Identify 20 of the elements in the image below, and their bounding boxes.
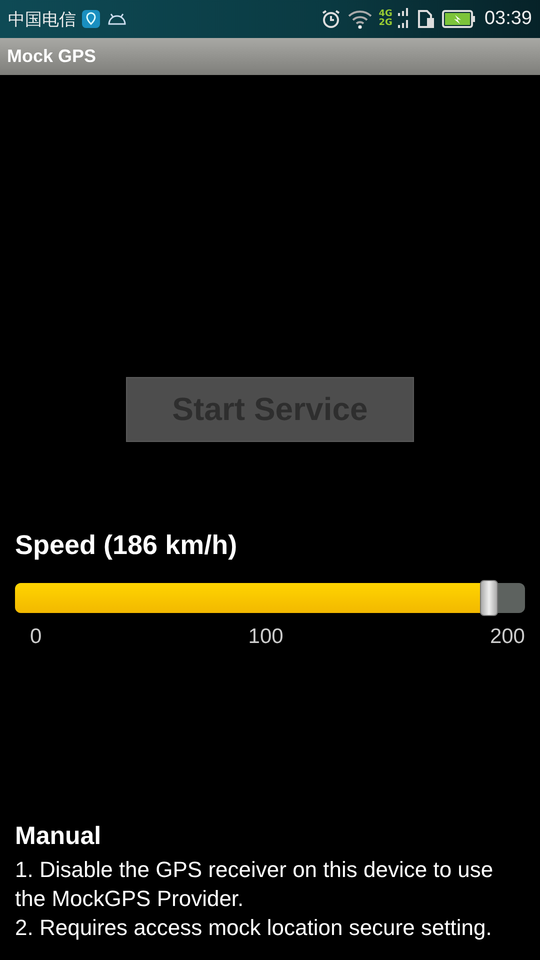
wifi-icon (346, 9, 373, 29)
location-pin-icon (82, 10, 100, 28)
app-title: Mock GPS (7, 46, 96, 67)
manual-text: 2. Requires access mock location secure setting. (15, 914, 493, 942)
signal-icon (398, 7, 410, 31)
manual-heading: Manual (15, 822, 102, 851)
carrier-name: 中国电信 (8, 8, 76, 30)
speed-label: Speed (186 km/h) (15, 530, 238, 561)
android-icon (106, 11, 128, 27)
battery-icon (442, 10, 476, 28)
tick-label: 100 (248, 625, 284, 649)
clock-time: 03:39 (484, 8, 532, 30)
network-type-label: 2G (378, 19, 392, 28)
alarm-clock-icon (320, 9, 341, 29)
slider-thumb[interactable] (480, 580, 498, 616)
manual-text: 1. Disable the GPS receiver on this device to use the MockGPS Provider. (15, 856, 494, 913)
network-type-label: 4G (378, 10, 392, 19)
tick-label: 0 (30, 625, 42, 649)
sim-card-icon (416, 9, 436, 29)
tick-label: 200 (490, 625, 525, 649)
